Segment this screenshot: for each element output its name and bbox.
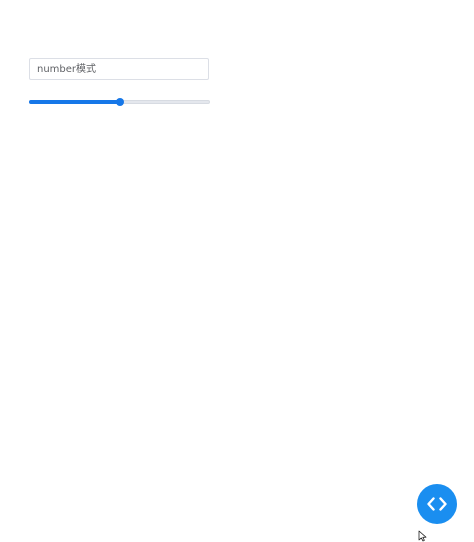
number-input[interactable] — [29, 58, 209, 80]
slider-thumb[interactable] — [115, 98, 124, 106]
slider-fill — [29, 100, 120, 104]
code-icon — [427, 497, 447, 511]
slider[interactable] — [29, 96, 210, 108]
mouse-pointer-icon — [418, 530, 427, 542]
page — [0, 0, 474, 542]
code-view-button[interactable] — [417, 484, 457, 524]
